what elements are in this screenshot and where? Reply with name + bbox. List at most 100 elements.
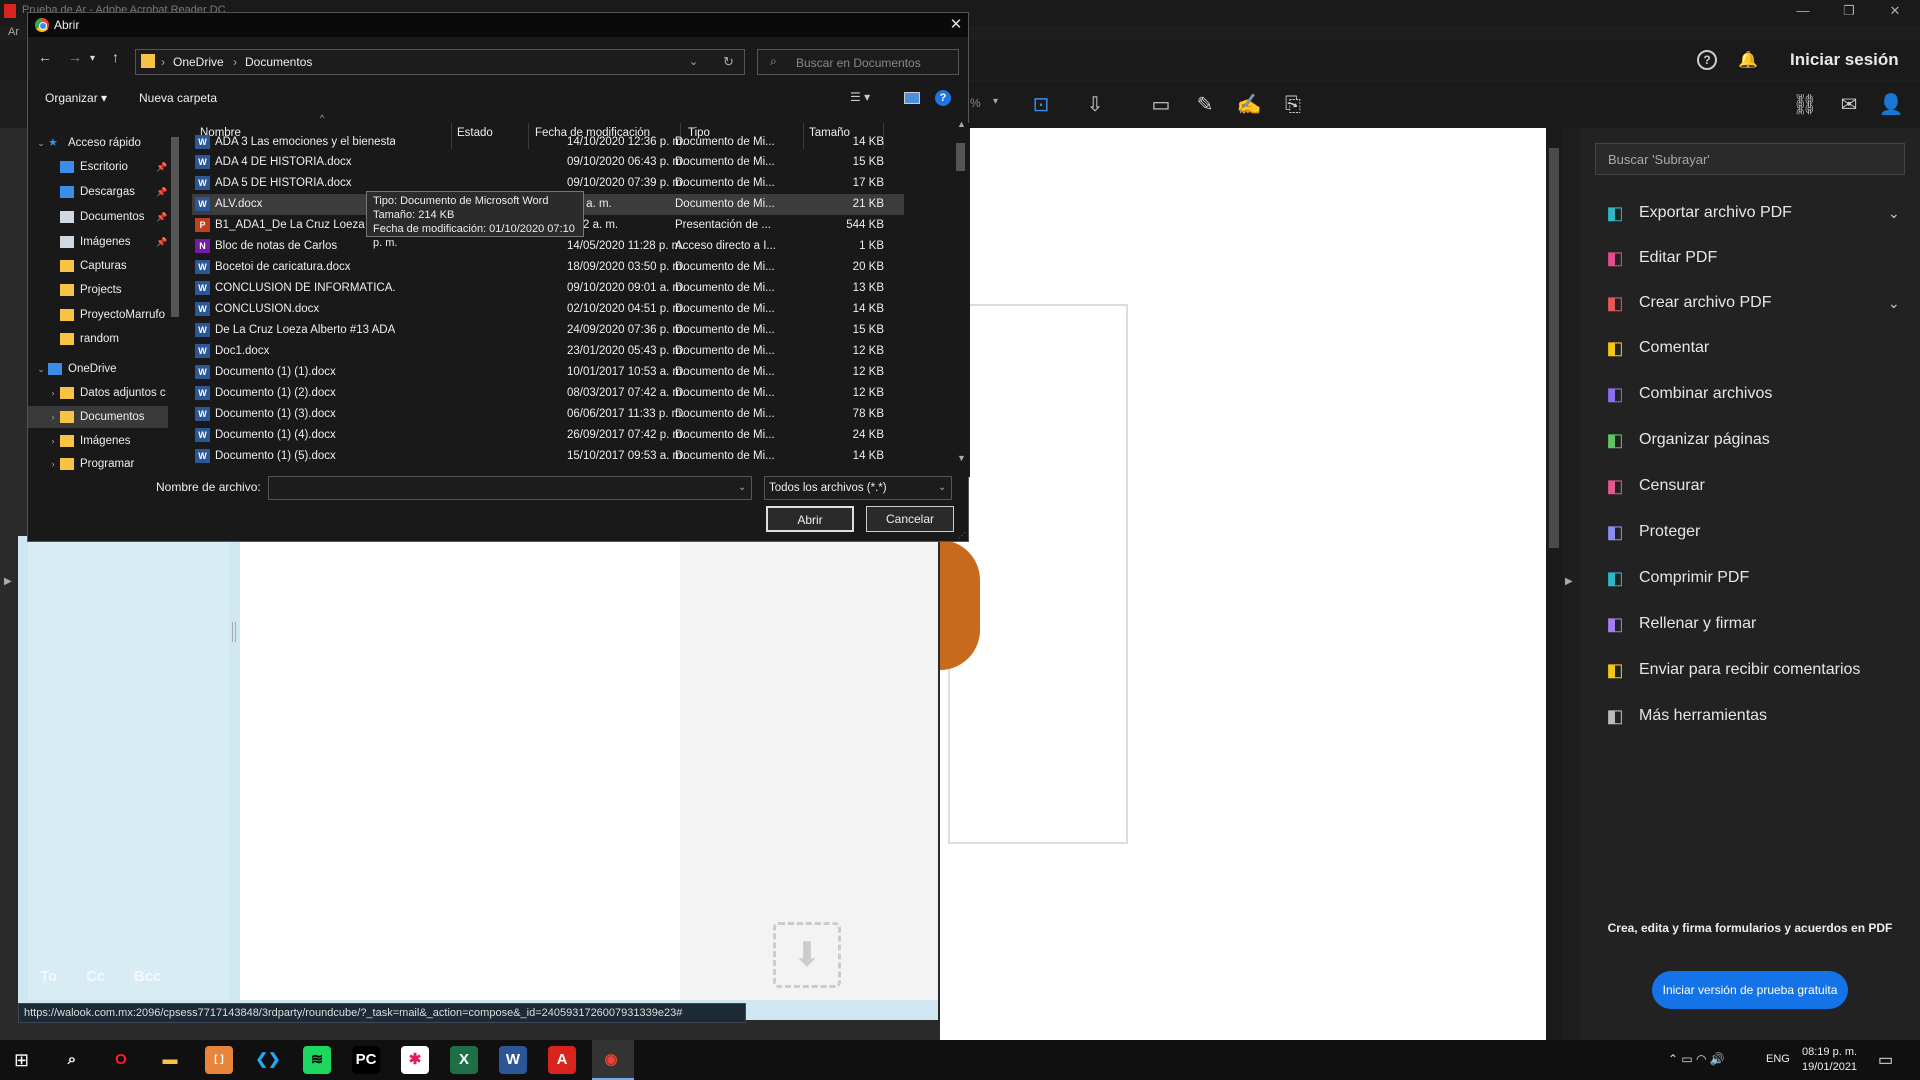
tool-organize-pages[interactable]: ◧ Organizar páginas	[1603, 425, 1903, 455]
bcc-button[interactable]: Bcc	[134, 968, 162, 985]
tools-search-input[interactable]: Buscar 'Subrayar'	[1595, 143, 1905, 175]
file-row[interactable]: W CONCLUSION.docx 02/10/2020 04:51 p. m. Do…	[192, 299, 904, 320]
tool-export-pdf[interactable]: ◧ Exportar archivo PDF ⌄	[1603, 198, 1903, 228]
filename-input[interactable]	[268, 476, 752, 500]
system-tray[interactable]: ⌃ ▭ ◠ 🔊	[1668, 1052, 1725, 1066]
forward-icon[interactable]: →	[68, 49, 82, 65]
maximize-button[interactable]: ❐	[1826, 0, 1872, 22]
nav-item[interactable]: random	[28, 328, 178, 350]
draw-icon[interactable]: ✍	[1236, 92, 1262, 118]
link-icon[interactable]: ⛓	[1792, 92, 1818, 118]
search-icon[interactable]: ⌕	[58, 1046, 86, 1074]
file-list-scrollbar-thumb[interactable]	[956, 143, 965, 171]
scroll-down-icon[interactable]: ▼	[957, 453, 966, 463]
expand-chevron-icon[interactable]: ›	[46, 459, 60, 469]
file-row[interactable]: W Documento (1) (1).docx 10/01/2017 10:53 …	[192, 362, 904, 383]
clock[interactable]: 08:19 p. m. 19/01/2021	[1802, 1045, 1857, 1075]
nav-item[interactable]: Imágenes 📌	[28, 231, 178, 253]
chrome-icon[interactable]: ◉	[597, 1046, 625, 1074]
expand-chevron-icon[interactable]: ⌄	[34, 364, 48, 375]
cc-button[interactable]: Cc	[86, 968, 105, 985]
file-row[interactable]: W De La Cruz Loeza Alberto #13 ADA 2.docx…	[192, 320, 904, 341]
resize-handle[interactable]	[232, 622, 236, 642]
refresh-icon[interactable]: ↻	[723, 54, 734, 70]
email-body[interactable]	[240, 540, 680, 1000]
expand-chevron-icon[interactable]: ›	[46, 412, 60, 422]
expand-chevron-icon[interactable]: ⌄	[1888, 295, 1900, 312]
bell-icon[interactable]: 🔔	[1738, 50, 1758, 70]
scroll-up-icon[interactable]: ▲	[957, 119, 966, 129]
search-input[interactable]: Buscar en Documentos	[757, 49, 959, 75]
stamp-icon[interactable]: ⎘	[1280, 92, 1306, 118]
file-explorer-icon[interactable]: ▬	[156, 1046, 184, 1074]
breadcrumb-documentos[interactable]: Documentos	[245, 55, 312, 69]
expand-chevron-icon[interactable]: ⌄	[1888, 205, 1900, 222]
scroll-mode-icon[interactable]: ⇩	[1082, 92, 1108, 118]
acrobat-icon[interactable]: A	[548, 1046, 576, 1074]
expand-chevron-icon[interactable]: ›	[46, 388, 60, 398]
nav-item[interactable]: Capturas	[28, 255, 178, 277]
file-row[interactable]: W CONCLUSION DE INFORMATICA.docx 09/10/202…	[192, 278, 904, 299]
nav-item[interactable]: Descargas 📌	[28, 181, 178, 203]
nav-item[interactable]: ⌄ OneDrive	[28, 358, 178, 380]
nav-scrollbar-thumb[interactable]	[171, 137, 179, 317]
tool-protect[interactable]: ◧ Proteger	[1603, 517, 1903, 547]
zoom-level[interactable]: %	[970, 96, 981, 110]
nav-item[interactable]: Projects	[28, 279, 178, 301]
resize-grip-icon[interactable]: ⋰	[958, 531, 966, 540]
file-row[interactable]: W Documento (1) (4).docx 26/09/2017 07:42 …	[192, 425, 904, 446]
left-pane-toggle-icon[interactable]: ▶	[4, 576, 12, 587]
zoom-dropdown-icon[interactable]: ▾	[993, 96, 998, 107]
expand-chevron-icon[interactable]: ›	[46, 436, 60, 446]
close-window-button[interactable]: ✕	[1872, 0, 1918, 22]
spotify-icon[interactable]: ≋	[303, 1046, 331, 1074]
expand-chevron-icon[interactable]: ⌄	[34, 138, 48, 149]
help-icon[interactable]: ?	[935, 90, 951, 106]
tool-create-pdf[interactable]: ◧ Crear archivo PDF ⌄	[1603, 288, 1903, 318]
slack-icon[interactable]: ✱	[401, 1046, 429, 1074]
vscode-icon[interactable]: ❮❯	[254, 1046, 282, 1074]
organize-button[interactable]: Organizar ▾	[45, 91, 107, 105]
back-icon[interactable]: ←	[38, 49, 52, 65]
nav-item[interactable]: ⌄ ★ Acceso rápido	[28, 132, 178, 154]
highlight-icon[interactable]: ✎	[1192, 92, 1218, 118]
file-row[interactable]: W Documento (1) (3).docx 06/06/2017 11:33 …	[192, 404, 904, 425]
to-button[interactable]: To	[40, 968, 57, 985]
breadcrumb-onedrive[interactable]: OneDrive	[173, 55, 224, 69]
file-row[interactable]: W ADA 3 Las emociones y el bienestar.docx…	[192, 132, 904, 153]
tool-compress-pdf[interactable]: ◧ Comprimir PDF	[1603, 563, 1903, 593]
nav-item[interactable]: Escritorio 📌	[28, 156, 178, 178]
drop-download-icon[interactable]: ⬇	[773, 922, 841, 988]
right-pane-toggle-icon[interactable]: ▶	[1565, 576, 1573, 587]
file-row[interactable]: W Bocetoi de caricatura.docx 18/09/2020 03…	[192, 257, 904, 278]
cancel-button[interactable]: Cancelar	[866, 506, 954, 532]
filename-dropdown-icon[interactable]: ⌄	[738, 482, 746, 493]
file-row[interactable]: W Documento (1) (5).docx 15/10/2017 09:53 …	[192, 446, 904, 467]
windows-start-icon[interactable]: ⊞	[14, 1050, 29, 1071]
tool-edit-pdf[interactable]: ◧ Editar PDF	[1603, 243, 1903, 273]
file-list-scrollbar[interactable]	[953, 125, 968, 477]
share-user-icon[interactable]: 👤	[1878, 92, 1904, 118]
address-bar[interactable]	[135, 49, 745, 75]
open-button[interactable]: Abrir	[766, 506, 854, 532]
nav-item[interactable]: Documentos 📌	[28, 206, 178, 228]
tool-comment[interactable]: ◧ Comentar	[1603, 333, 1903, 363]
signin-button[interactable]: Iniciar sesión	[1790, 50, 1899, 70]
document-scrollbar-thumb[interactable]	[1549, 148, 1559, 548]
nav-item[interactable]: › Datos adjuntos c	[28, 382, 178, 404]
tool-redact[interactable]: ◧ Censurar	[1603, 471, 1903, 501]
acrobat-menu-stub[interactable]: Ar	[8, 26, 19, 38]
address-dropdown-icon[interactable]: ⌄	[689, 55, 698, 68]
nav-item[interactable]: › Programar	[28, 453, 178, 475]
tool-more-tools[interactable]: ◧ Más herramientas	[1603, 701, 1903, 731]
free-trial-button[interactable]: Iniciar versión de prueba gratuita	[1652, 971, 1848, 1009]
file-row[interactable]: W Doc1.docx 23/01/2020 05:43 p. m. Document…	[192, 341, 904, 362]
tool-send-comments[interactable]: ◧ Enviar para recibir comentarios	[1603, 655, 1903, 685]
preview-pane-icon[interactable]	[904, 92, 920, 104]
pycharm-icon[interactable]: PC	[352, 1046, 380, 1074]
email-icon[interactable]: ✉	[1836, 92, 1862, 118]
view-options-icon[interactable]: ☰ ▾	[850, 90, 870, 104]
word-icon[interactable]: W	[499, 1046, 527, 1074]
nav-item[interactable]: › Imágenes	[28, 430, 178, 452]
opera-icon[interactable]: O	[107, 1046, 135, 1074]
